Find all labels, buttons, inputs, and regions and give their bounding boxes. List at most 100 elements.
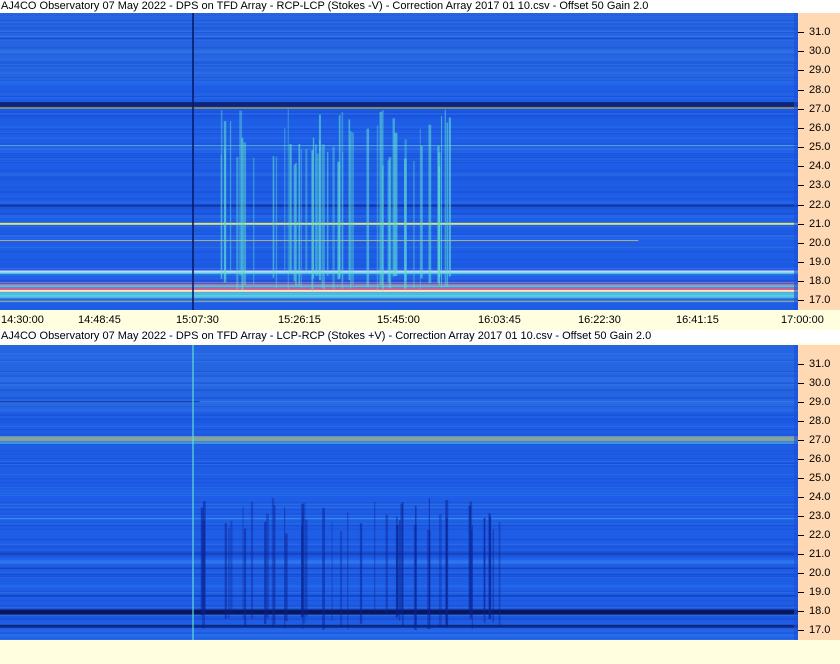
noise-row — [0, 158, 798, 160]
burst-streak — [287, 108, 289, 291]
burst-streak — [448, 117, 451, 277]
noise-row — [0, 478, 798, 480]
dark-streak — [266, 513, 269, 618]
dark-line-22 — [0, 204, 798, 207]
noise-row — [0, 280, 798, 282]
noise-row — [0, 267, 798, 269]
bottom-ytick-label: 26.0 — [809, 453, 831, 465]
xtick-label: 17:00:00 — [781, 314, 824, 326]
burst-streak — [404, 139, 407, 281]
noise-row — [0, 356, 798, 358]
noise-row — [0, 353, 798, 355]
burst-streak — [241, 137, 244, 291]
noise-row — [0, 152, 798, 154]
burst-streak — [312, 137, 315, 279]
noise-row — [0, 388, 798, 390]
bottom-ytick — [798, 630, 804, 631]
noise-row — [0, 63, 798, 65]
bright-band-27 — [0, 436, 798, 442]
noise-row — [0, 298, 798, 300]
noise-row — [0, 409, 798, 411]
burst-streak — [376, 125, 379, 291]
burst-streak — [316, 153, 319, 276]
line-25 — [0, 145, 798, 147]
top-ytick — [798, 32, 804, 33]
burst-streak — [289, 144, 292, 274]
noise-row — [0, 515, 798, 517]
noise-row — [0, 494, 798, 496]
noise-row — [0, 96, 798, 98]
noise-row — [0, 265, 798, 267]
noise-row — [0, 379, 798, 381]
noise-row — [0, 143, 798, 145]
noise-row — [0, 179, 798, 181]
dark-streak — [398, 520, 401, 621]
noise-row — [0, 492, 798, 494]
xtick-label: 16:22:30 — [578, 314, 621, 326]
burst-streak — [392, 118, 395, 277]
noise-row — [0, 465, 798, 467]
noise-row — [0, 201, 798, 203]
bottom-ytick — [798, 516, 804, 517]
noise-row — [0, 174, 798, 176]
noise-row — [0, 27, 798, 29]
xtick-label: 15:45:00 — [377, 314, 420, 326]
rfi-line — [0, 300, 798, 302]
top-ytick-label: 23.0 — [809, 179, 831, 191]
dark-streak — [498, 521, 501, 627]
noise-row — [0, 21, 798, 23]
cyan-line-27 — [0, 442, 798, 445]
noise-row — [0, 450, 798, 452]
frequency-axis-top: 31.0 30.0 29.0 28.0 27.0 26.0 25.0 24.0 23.0 22.0… — [798, 13, 840, 310]
top-ytick — [798, 262, 804, 263]
burst-streak — [413, 160, 415, 289]
noise-row — [0, 235, 798, 237]
noise-row — [0, 482, 798, 484]
noise-row — [0, 214, 798, 216]
burst-streak — [298, 143, 301, 287]
noise-row — [0, 376, 798, 378]
noise-row — [0, 462, 798, 464]
bottom-ytick-label: 29.0 — [809, 396, 831, 408]
noise-row — [0, 486, 798, 488]
noise-row — [0, 251, 798, 253]
noise-row — [0, 216, 798, 218]
burst-streak — [275, 156, 278, 288]
noise-row — [0, 151, 798, 153]
noise-row — [0, 61, 798, 63]
noise-row — [0, 389, 798, 391]
burst-streak — [272, 156, 275, 278]
noise-row — [0, 225, 798, 227]
noise-row — [0, 112, 798, 114]
xtick-label: 15:26:15 — [278, 314, 321, 326]
dark-streak — [395, 516, 398, 619]
noise-row — [0, 639, 798, 640]
noise-row — [0, 83, 798, 85]
noise-row — [0, 133, 798, 135]
top-ytick-label: 17.0 — [809, 294, 831, 306]
bottom-ytick-label: 31.0 — [809, 358, 831, 370]
top-ytick — [798, 224, 804, 225]
burst-streak — [440, 116, 442, 288]
dark-streak — [227, 527, 230, 618]
vertical-dark-line — [192, 13, 194, 310]
dark-streak — [445, 500, 449, 628]
noise-row — [0, 230, 798, 232]
dark-streak — [401, 501, 404, 627]
bright-line-27 — [0, 106, 798, 109]
rfi-line — [0, 272, 798, 275]
noise-row — [0, 97, 798, 99]
xtick-label: 16:03:45 — [478, 314, 521, 326]
burst-streak — [322, 144, 325, 290]
noise-row — [0, 259, 798, 261]
bottom-ytick-label: 30.0 — [809, 377, 831, 389]
spectrogram-bottom — [0, 345, 798, 640]
noise-row — [0, 58, 798, 60]
bottom-ytick-label: 28.0 — [809, 415, 831, 427]
spectrogram-top — [0, 13, 798, 310]
bottom-ytick — [798, 421, 804, 422]
noise-row — [0, 190, 798, 192]
burst-streak — [437, 145, 440, 284]
noise-row — [0, 212, 798, 214]
top-ytick — [798, 243, 804, 244]
